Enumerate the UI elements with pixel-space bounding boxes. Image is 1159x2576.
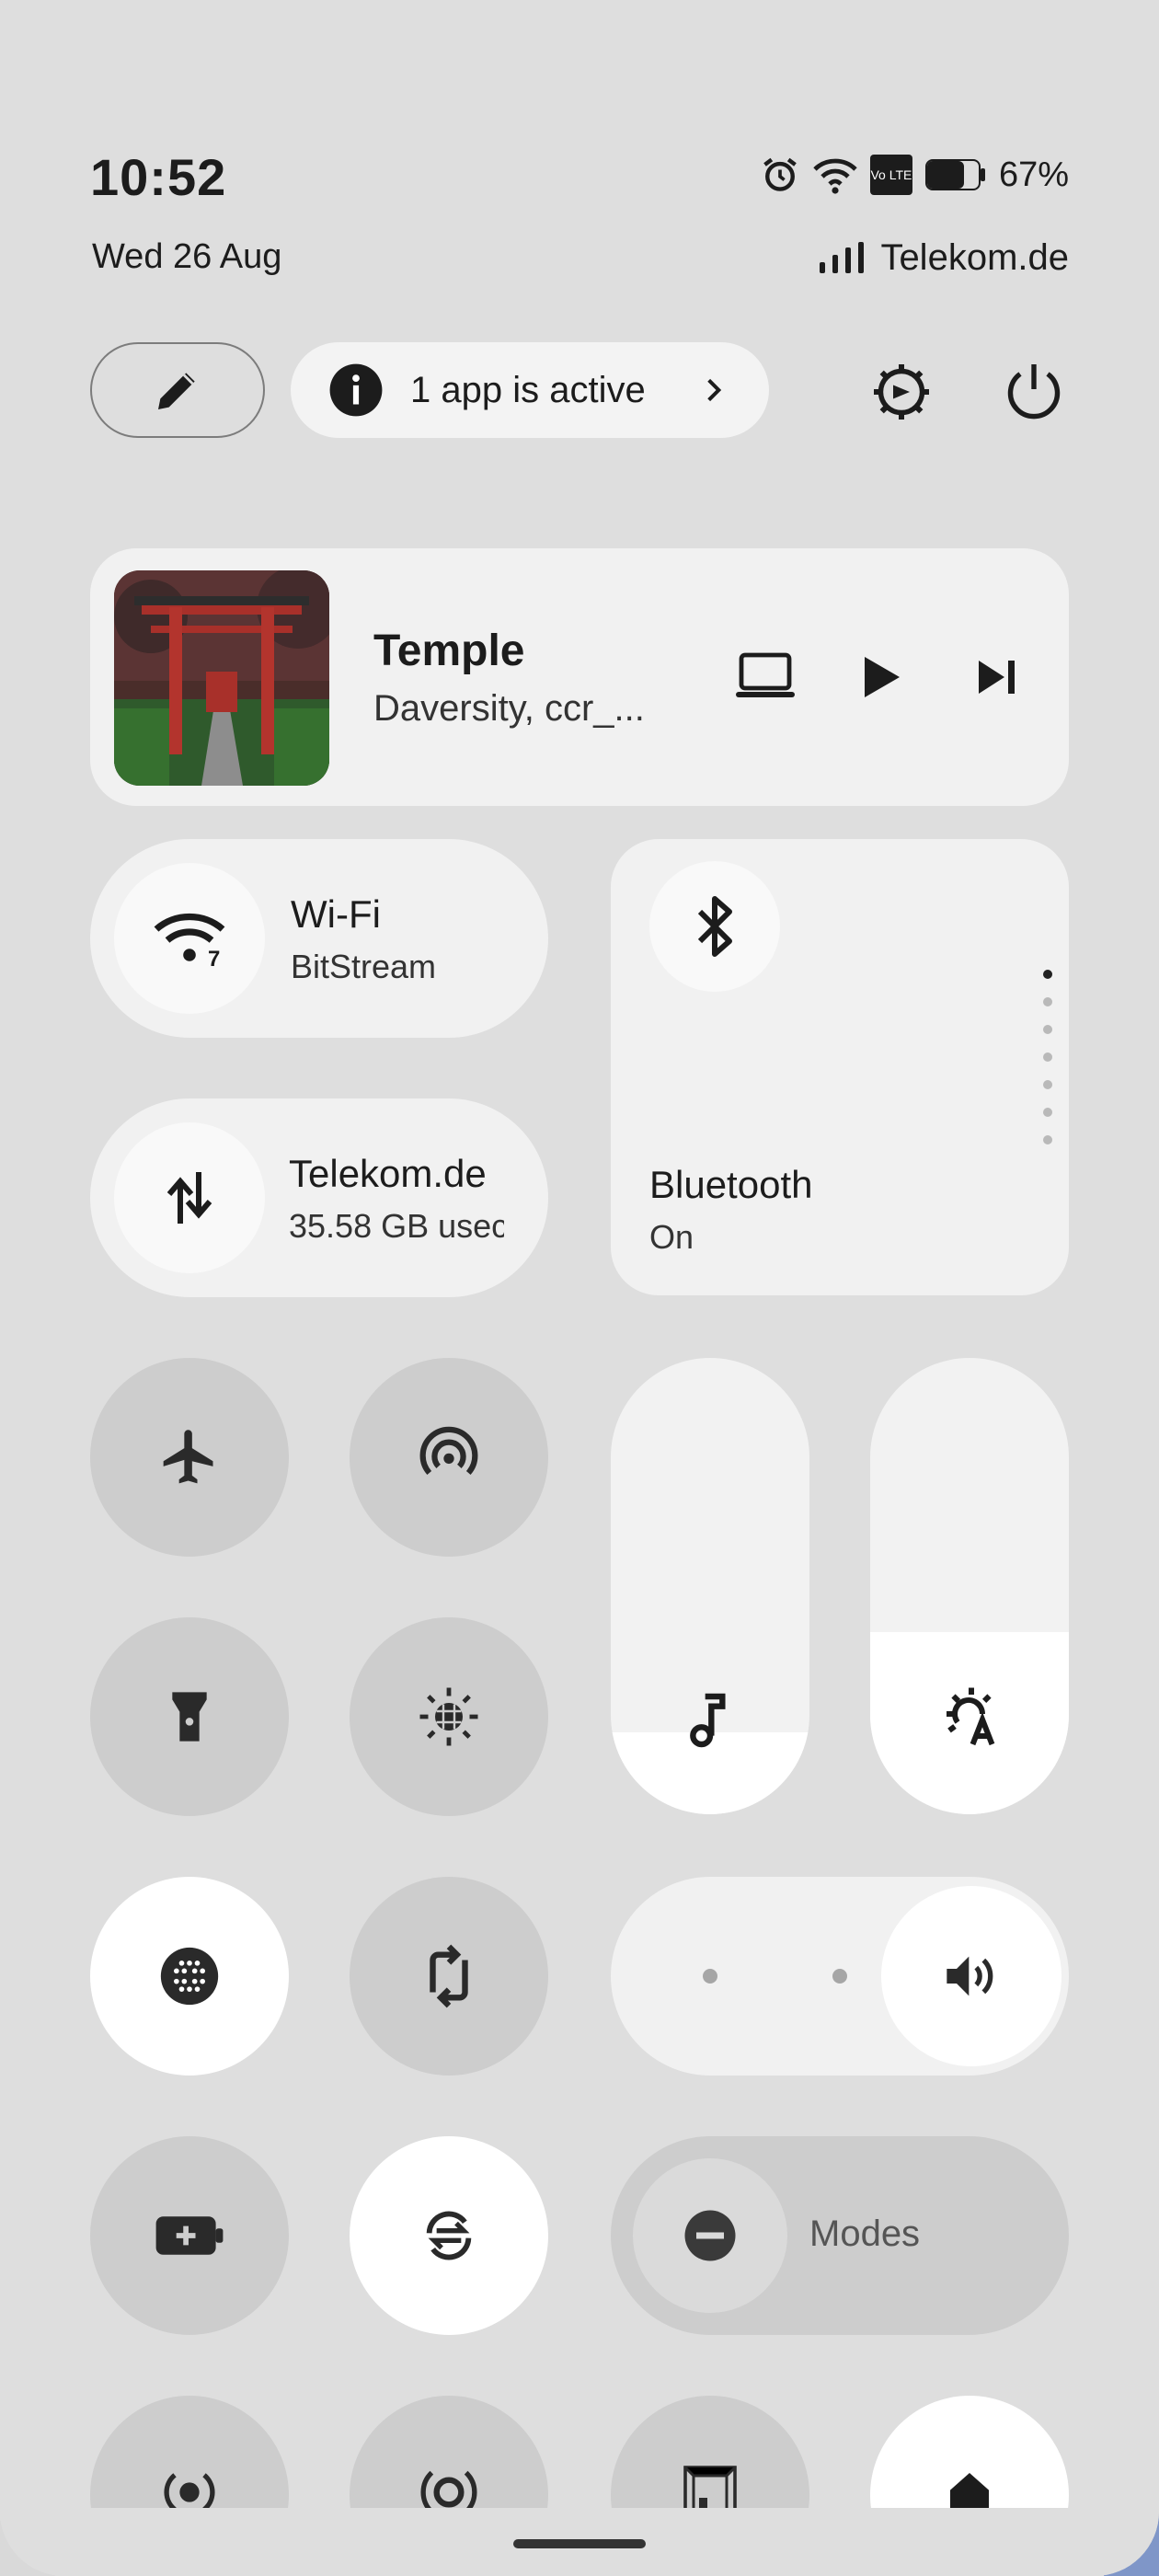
gesture-handle[interactable] [513, 2539, 646, 2548]
wifi-title: Wi-Fi [291, 892, 381, 936]
cast-icon[interactable] [736, 651, 795, 701]
signal-icon [820, 241, 865, 273]
sync-tile[interactable] [350, 2136, 548, 2335]
battery-percent: 67% [998, 155, 1069, 194]
page-dot [1043, 970, 1052, 979]
page-dot [1043, 1052, 1052, 1062]
mobile-data-toggle[interactable] [114, 1122, 265, 1273]
auto-brightness-icon [947, 1687, 995, 1746]
ring-mode-selector[interactable] [611, 1877, 1069, 2076]
airplane-mode-tile[interactable] [90, 1358, 289, 1557]
clock: 10:52 [90, 148, 227, 206]
brightness-slider[interactable] [870, 1358, 1069, 1814]
nfc-tile[interactable] [90, 1877, 289, 2076]
data-transfer-icon [166, 1172, 212, 1224]
active-apps-label: 1 app is active [410, 369, 646, 410]
ring-mode-dot[interactable] [703, 1969, 717, 1984]
media-title: Temple [373, 627, 525, 675]
active-apps-button[interactable]: 1 app is active [291, 342, 769, 438]
wifi-icon: 7 [154, 913, 225, 968]
mobile-data-carrier: Telekom.de [289, 1152, 487, 1195]
auto-rotate-tile[interactable] [350, 1877, 548, 2076]
carrier-row: Telekom.de [818, 237, 1069, 279]
bluetooth-icon [697, 896, 732, 957]
mobile-data-usage: 35.58 GB usec [289, 1207, 504, 1245]
carrier-name: Telekom.de [880, 237, 1069, 278]
edit-button[interactable] [90, 342, 265, 438]
page-dot [1043, 997, 1052, 1006]
battery-saver-tile[interactable] [90, 2136, 289, 2335]
page-dot [1043, 1025, 1052, 1034]
modes-toggle[interactable] [633, 2158, 787, 2313]
alarm-icon [763, 157, 797, 191]
rotate-icon [430, 1944, 468, 2008]
album-art [114, 570, 329, 786]
status-icons: Vo LTE 67% [760, 155, 1069, 195]
chevron-right-icon [707, 378, 722, 402]
play-icon[interactable] [861, 655, 901, 699]
bluetooth-toggle[interactable] [649, 861, 780, 992]
modes-tile[interactable]: Modes [611, 2136, 1069, 2335]
hotspot-icon [419, 1426, 478, 1476]
wifi-network: BitStream [291, 948, 437, 985]
extra-dim-tile[interactable] [350, 1617, 548, 1816]
bluetooth-title: Bluetooth [649, 1163, 813, 1206]
settings-icon[interactable] [868, 359, 935, 425]
skip-next-icon[interactable] [977, 657, 1017, 697]
airplane-icon [163, 1430, 213, 1484]
dots-grid-icon [160, 1947, 219, 2006]
page-dot [1043, 1135, 1052, 1144]
flashlight-icon [172, 1692, 207, 1742]
media-artist: Daversity, ccr_... [373, 688, 645, 729]
page-dot [1043, 1080, 1052, 1089]
date: Wed 26 Aug [92, 237, 282, 276]
battery-plus-icon [155, 2216, 224, 2255]
wifi-icon [813, 158, 857, 194]
ring-mode-dot[interactable] [832, 1969, 847, 1984]
media-volume-slider[interactable] [611, 1358, 809, 1814]
power-icon[interactable] [1001, 359, 1067, 425]
ring-mode-knob[interactable] [881, 1886, 1061, 2066]
do-not-disturb-icon [684, 2210, 736, 2261]
quick-settings-panel: 10:52 Wed 26 Aug Vo LTE 67% Telekom.de 1… [0, 0, 1159, 2576]
music-note-icon [690, 1693, 726, 1748]
flashlight-tile[interactable] [90, 1617, 289, 1816]
sync-icon [426, 2211, 472, 2260]
page-indicator [1043, 970, 1052, 1163]
page-dot [1043, 1108, 1052, 1117]
wifi-standard-badge: 7 [208, 947, 220, 968]
sun-grid-icon [419, 1687, 478, 1746]
bluetooth-status: On [649, 1218, 694, 1256]
volte-icon: Vo LTE [869, 155, 912, 195]
speaker-icon [947, 1956, 993, 1996]
modes-label: Modes [809, 2214, 921, 2254]
wifi-toggle[interactable]: 7 [114, 863, 265, 1014]
pencil-icon [158, 373, 195, 409]
battery-icon [924, 159, 985, 190]
info-icon [329, 363, 383, 417]
hotspot-tile[interactable] [350, 1358, 548, 1557]
